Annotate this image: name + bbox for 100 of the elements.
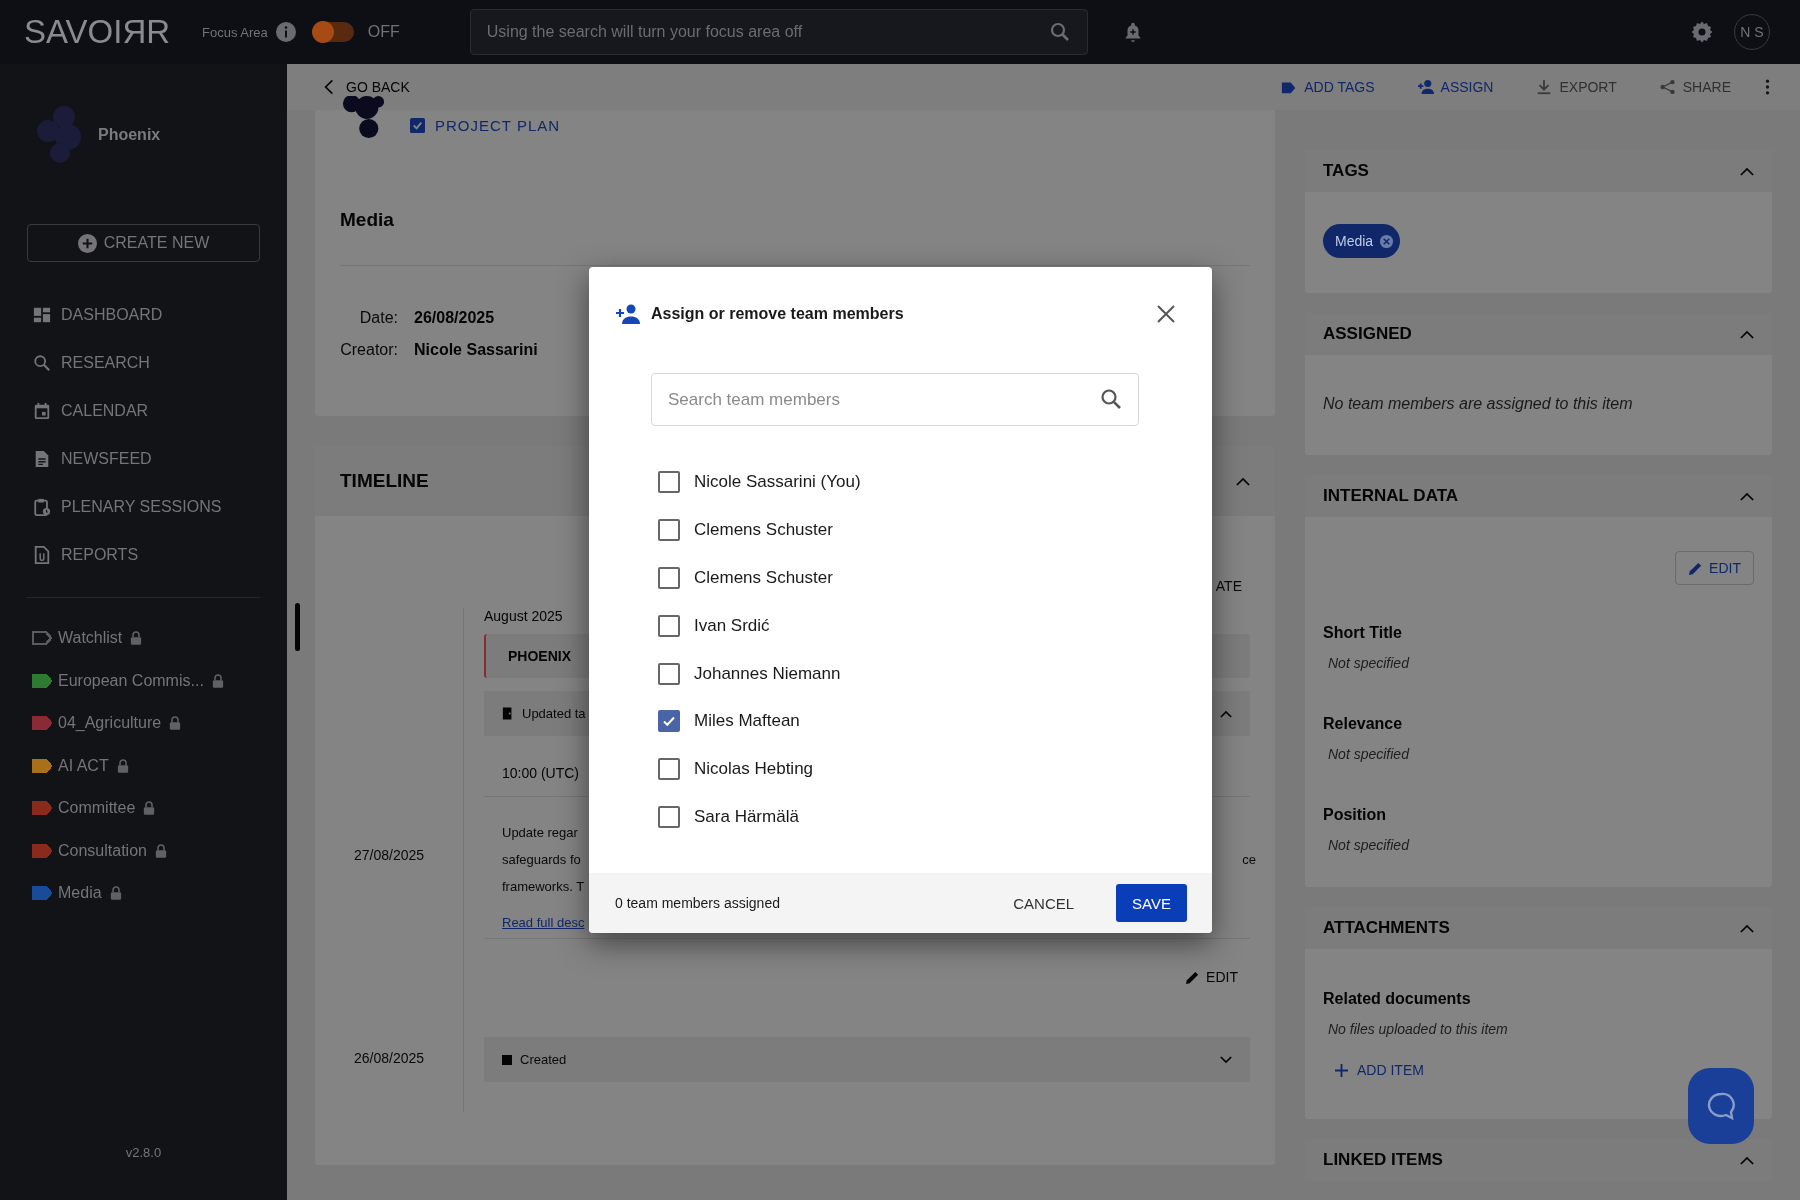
item-type-label: PROJECT PLAN (435, 116, 561, 134)
tag-list-item[interactable]: AI ACT (0, 744, 287, 787)
save-button[interactable]: SAVE (1116, 884, 1187, 922)
checkbox[interactable] (658, 710, 680, 733)
square-icon (502, 1054, 512, 1065)
calendar-icon (33, 401, 51, 421)
description-text: safeguards fo (502, 851, 581, 869)
tag-list-item[interactable]: Committee (0, 787, 287, 830)
tag-list-item[interactable]: European Commis... (0, 659, 287, 702)
more-options-icon[interactable] (1765, 78, 1770, 96)
workspace-name: Phoenix (98, 126, 161, 144)
nav-item[interactable]: RESEARCH (0, 339, 287, 387)
nav-item[interactable]: DASHBOARD (0, 291, 287, 339)
logo: SAVOIЯR (24, 13, 172, 51)
nav-item[interactable]: REPORTS (0, 531, 287, 579)
edit-button[interactable]: EDIT (1675, 551, 1754, 585)
panel-header[interactable]: INTERNAL DATA (1305, 475, 1772, 517)
sort-button[interactable]: ATE (1215, 578, 1242, 594)
add-item-button[interactable]: ADD ITEM (1335, 1062, 1424, 1078)
version-label: v2.8.0 (125, 1145, 162, 1160)
description-text: Update regar (502, 824, 578, 842)
toggle-label: OFF (367, 23, 400, 41)
toolbar-button[interactable]: ASSIGN (1416, 79, 1494, 95)
pencil-icon (1185, 969, 1201, 985)
nav-item[interactable]: CALENDAR (0, 387, 287, 435)
scrollbar-thumb[interactable] (295, 603, 300, 651)
lock-icon (143, 800, 156, 817)
search-field[interactable]: Using the search will turn your focus area off (469, 9, 1088, 55)
item-title: Media (340, 209, 395, 231)
checkbox[interactable] (658, 662, 680, 685)
timeline-event[interactable]: Created (484, 1037, 1250, 1082)
section-label: Related documents (1323, 989, 1471, 1009)
checkbox[interactable] (658, 470, 680, 493)
checkbox[interactable] (658, 614, 680, 637)
member-name: Miles Maftean (694, 711, 800, 732)
go-back-button[interactable]: GO BACK (324, 78, 410, 96)
event-label: Updated ta (522, 706, 586, 721)
lock-icon (169, 715, 182, 732)
checkbox[interactable] (658, 758, 680, 781)
lock-icon (109, 885, 122, 902)
checkbox[interactable] (658, 566, 680, 589)
close-icon[interactable] (1157, 305, 1175, 323)
document-icon (33, 449, 51, 469)
field-label: Short Title (1323, 623, 1403, 643)
chevron-left-icon (324, 78, 334, 96)
tag-list-item[interactable]: 04_Agriculture (0, 702, 287, 745)
member-name: Clemens Schuster (694, 567, 833, 588)
description-text: frameworks. T (502, 878, 585, 896)
share-icon (1658, 79, 1677, 95)
remove-icon[interactable] (1379, 233, 1395, 249)
lock-icon (116, 757, 129, 774)
field-label: Relevance (1323, 714, 1404, 734)
chevron-icon[interactable] (1220, 709, 1232, 718)
plus-circle-icon (77, 233, 97, 253)
checkbox[interactable] (658, 806, 680, 829)
chevron-icon[interactable] (1220, 1055, 1232, 1064)
pencil-icon (1688, 560, 1704, 576)
lock-icon (130, 630, 143, 647)
panel-header[interactable]: ATTACHMENTS (1305, 907, 1772, 949)
field-value: Not specified (1328, 655, 1409, 671)
timeline-date: 26/08/2025 (353, 1049, 425, 1068)
checkbox[interactable] (658, 518, 680, 541)
chat-button[interactable] (1688, 1068, 1754, 1144)
panel-header[interactable]: LINKED ITEMS (1305, 1139, 1772, 1181)
nav-item[interactable]: NEWSFEED (0, 435, 287, 483)
tag-list-item[interactable]: Consultation (0, 829, 287, 872)
lock-icon (154, 842, 167, 859)
event-time: 10:00 (UTC) (502, 764, 580, 782)
event-label: Created (520, 1052, 567, 1067)
nav-item[interactable]: PLENARY SESSIONS (0, 483, 287, 531)
panel-header[interactable]: ASSIGNED (1305, 313, 1772, 355)
create-new-button[interactable]: CREATE NEW (27, 224, 260, 262)
search-icon[interactable] (1099, 387, 1123, 411)
member-name: Clemens Schuster (694, 519, 833, 540)
info-icon[interactable] (275, 22, 296, 42)
chat-bubble-icon (1705, 1090, 1737, 1122)
report-icon (33, 545, 51, 565)
tag-chip[interactable]: Media (1323, 224, 1401, 258)
checkbox-icon (410, 117, 425, 133)
panel-header[interactable]: TAGS (1305, 150, 1772, 192)
toolbar-button[interactable]: ADD TAGS (1280, 79, 1375, 95)
field-value: Not specified (1328, 837, 1409, 853)
edit-button[interactable]: EDIT (1185, 969, 1238, 985)
cancel-button[interactable]: CANCEL (997, 884, 1091, 922)
field-label: Date: (358, 308, 398, 328)
field-value: Not specified (1328, 746, 1409, 762)
add-person-icon (1416, 79, 1435, 95)
tag-list-item[interactable]: Watchlist (0, 617, 287, 660)
settings-icon[interactable] (1690, 20, 1714, 44)
field-value: 26/08/2025 (414, 308, 496, 328)
add-person-icon (615, 304, 641, 324)
field-value: Nicole Sassarini (414, 340, 538, 360)
read-more-link[interactable]: Read full desc (502, 914, 585, 932)
description-text: ce (1242, 851, 1256, 869)
focus-toggle[interactable] (313, 22, 354, 42)
tag-list-item[interactable]: Media (0, 872, 287, 915)
door-icon (502, 706, 514, 721)
assigned-count: 0 team members assigned (615, 895, 780, 911)
focus-area-label: Focus Area (202, 24, 268, 40)
search-icon (33, 353, 51, 373)
